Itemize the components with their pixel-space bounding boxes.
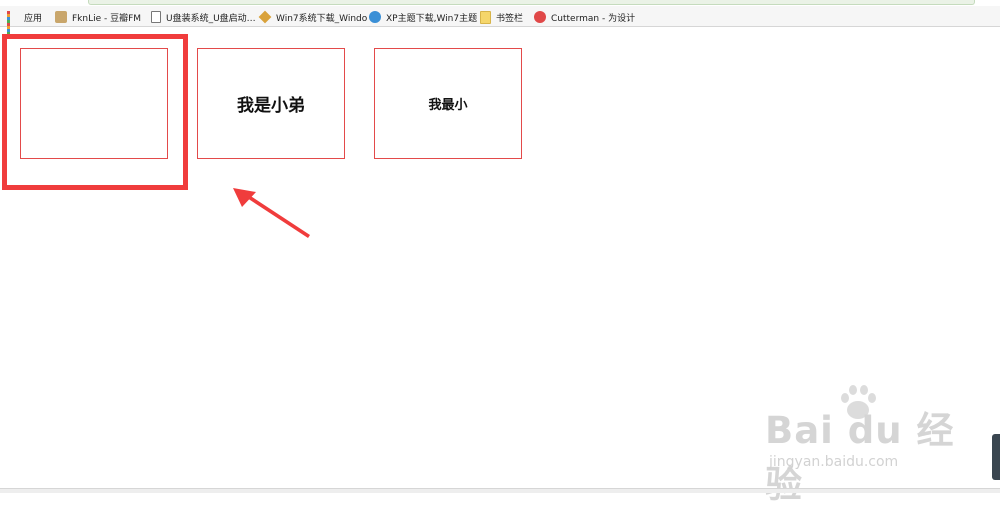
demo-box-2: 我是小弟 <box>197 48 345 159</box>
side-widget[interactable] <box>992 434 1000 480</box>
watermark-sub: jingyan.baidu.com <box>769 454 899 470</box>
apps-icon <box>7 11 19 38</box>
bookmark-label: U盘装系统_U盘启动… <box>166 13 256 24</box>
pointer-arrow <box>233 188 310 238</box>
arrow-shaft <box>244 193 310 238</box>
highlight-frame <box>2 34 188 190</box>
bookmarks-bar: 应用 FknLie - 豆瓣FM U盘装系统_U盘启动… Win7系统下载_Wi… <box>0 6 1000 38</box>
bookmark-fknlie[interactable]: FknLie - 豆瓣FM <box>55 9 141 25</box>
baidu-watermark: Bai du 经验 jingyan.baidu.com <box>765 382 955 506</box>
bookmark-label: 应用 <box>24 13 43 24</box>
bookmark-xp[interactable]: XP主题下载,Win7主题 <box>369 9 477 25</box>
ie-icon <box>369 11 381 23</box>
bookmark-label: Win7系统下载_Windo <box>276 13 368 24</box>
fm-icon <box>55 11 67 23</box>
bottom-bar <box>0 488 1000 493</box>
notification-strip <box>88 0 975 5</box>
demo-box-3: 我最小 <box>374 48 522 159</box>
bookmark-label: XP主题下载,Win7主题 <box>386 13 478 24</box>
bookmark-win7[interactable]: Win7系统下载_Windo <box>258 9 368 25</box>
windows-icon <box>258 10 272 24</box>
cutterman-icon <box>534 11 546 23</box>
bookmark-label: Cutterman - 为设计 <box>551 13 636 24</box>
bookmark-label: FknLie - 豆瓣FM <box>72 13 142 24</box>
bookmark-apps[interactable]: 应用 <box>7 9 43 38</box>
page-icon <box>151 11 161 23</box>
bookmark-label: 书签栏 <box>496 13 524 24</box>
bookmark-folder[interactable]: 书签栏 <box>480 9 523 25</box>
bookmark-upan[interactable]: U盘装系统_U盘启动… <box>151 9 256 25</box>
folder-icon <box>480 10 491 24</box>
bookmark-cutterman[interactable]: Cutterman - 为设计 <box>534 9 635 25</box>
